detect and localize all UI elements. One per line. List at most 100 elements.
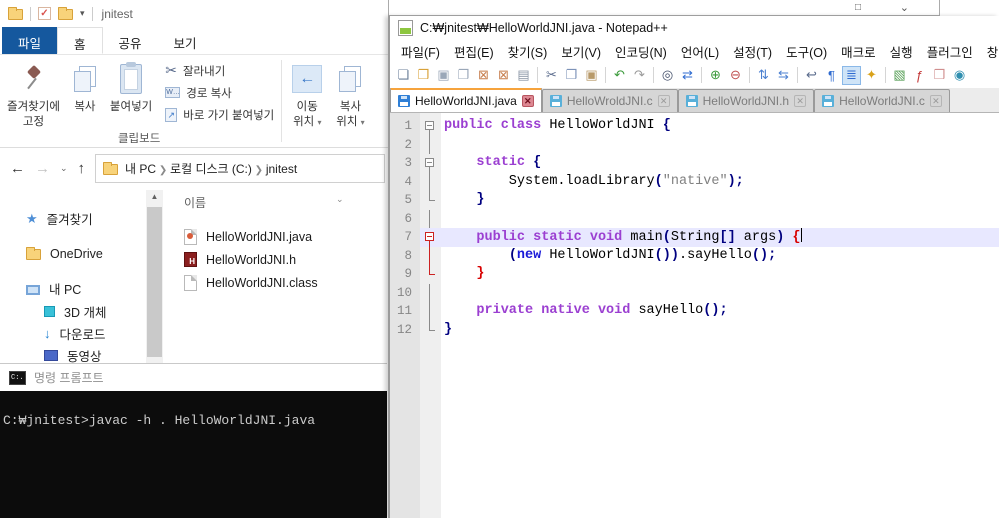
save-icon[interactable]: ▣ [434, 66, 453, 85]
fold-marker-cell[interactable] [420, 283, 441, 302]
sidebar-item-다운로드[interactable]: ↓ 다운로드 [0, 323, 146, 344]
fold-marker-cell[interactable] [420, 320, 441, 340]
menu-보기(V)[interactable]: 보기(V) [554, 40, 608, 62]
menu-설정(T)[interactable]: 설정(T) [726, 40, 779, 62]
fold-marker-cell[interactable] [420, 117, 441, 136]
fold-marker-cell[interactable] [420, 302, 441, 321]
sidebar-item-OneDrive[interactable]: OneDrive [0, 243, 146, 264]
code-editor[interactable]: 1 public class HelloWorldJNI {2 3 static {… [390, 113, 999, 518]
close-icon[interactable]: ⊠ [474, 66, 493, 85]
fold-marker-cell[interactable] [420, 135, 441, 154]
copy-icon[interactable]: ❐ [562, 66, 581, 85]
close-tab-icon[interactable]: ✕ [929, 95, 942, 107]
menu-플러그인[interactable]: 플러그인 [920, 40, 980, 62]
explorer-tab-3[interactable]: 보기 [158, 27, 213, 54]
fold-collapse-icon[interactable] [425, 121, 434, 130]
find-icon[interactable]: ◎ [658, 66, 677, 85]
address-bar[interactable]: 내 PC ❯ 로컬 디스크 (C:) ❯ jnitest [95, 153, 385, 183]
breadcrumb-item[interactable]: 로컬 디스크 (C:) [170, 162, 252, 176]
pin-to-quick-access-button[interactable]: 즐겨찾기에 고정 [0, 55, 67, 130]
document-tab-HelloWorldJNI.h[interactable]: HelloWorldJNI.h ✕ [677, 89, 815, 112]
fold-marker-cell[interactable] [420, 172, 441, 191]
qat-dropdown-icon[interactable]: ▾ [80, 8, 85, 19]
sync-scroll-h-icon[interactable]: ⇆ [774, 66, 793, 85]
show-all-chars-icon[interactable]: ¶ [822, 66, 841, 85]
file-row[interactable]: HelloWorldJNI.class [170, 271, 389, 294]
console-output[interactable]: C:₩jnitest>javac -h . HelloWorldJNI.java [0, 391, 387, 518]
menu-파일(F)[interactable]: 파일(F) [394, 40, 447, 62]
file-row[interactable]: HelloWorldJNI.h [170, 248, 389, 271]
close-tab-icon[interactable]: ✕ [657, 95, 670, 107]
close-all-icon[interactable]: ⊠ [494, 66, 513, 85]
up-icon[interactable]: ↑ [78, 160, 86, 177]
checkmark-icon[interactable]: ✓ [38, 7, 51, 20]
zoom-in-icon[interactable]: ⊕ [706, 66, 725, 85]
folder-icon[interactable] [58, 7, 73, 20]
cut-icon[interactable]: ✂ [542, 66, 561, 85]
scroll-up-icon[interactable]: ▲ [146, 190, 163, 204]
explorer-tab-1[interactable]: 홈 [57, 27, 103, 54]
copy-path-button[interactable]: W… 경로 복사 [165, 84, 274, 101]
fold-marker-cell[interactable] [420, 191, 441, 210]
chevron-down-icon[interactable]: ⌄ [900, 1, 909, 14]
monitor-icon[interactable]: ◉ [950, 66, 969, 85]
open-icon[interactable]: ❒ [414, 66, 433, 85]
sidebar-item-3D 개체[interactable]: 3D 개체 [0, 301, 146, 322]
filter-chevron-icon[interactable]: ⌄ [336, 194, 344, 205]
menu-창 관리[interactable]: 창 관리 [980, 40, 999, 62]
move-to-button[interactable]: ← 이동 위치 ▾ [285, 55, 329, 147]
fold-marker-cell[interactable] [420, 265, 441, 284]
document-tab-HelloWroldJNI.c[interactable]: HelloWroldJNI.c ✕ [541, 89, 678, 112]
print-icon[interactable]: ▤ [514, 66, 533, 85]
menu-인코딩(N)[interactable]: 인코딩(N) [608, 40, 674, 62]
sidebar-scrollbar[interactable]: ▲ [146, 190, 163, 363]
breadcrumb-item[interactable]: 내 PC [125, 162, 156, 176]
sync-scroll-v-icon[interactable]: ⇅ [754, 66, 773, 85]
word-wrap-icon[interactable]: ↩ [802, 66, 821, 85]
zoom-out-icon[interactable]: ⊖ [726, 66, 745, 85]
maximize-icon[interactable]: □ [855, 2, 861, 13]
fold-marker-cell[interactable] [420, 246, 441, 265]
history-chevron-icon[interactable]: ⌄ [60, 163, 68, 174]
close-tab-icon[interactable]: ✕ [794, 95, 807, 107]
folder-workspace-icon[interactable]: ❒ [930, 66, 949, 85]
replace-icon[interactable]: ⇄ [678, 66, 697, 85]
explorer-tab-2[interactable]: 공유 [103, 27, 158, 54]
menu-언어(L)[interactable]: 언어(L) [674, 40, 726, 62]
doc-map-icon[interactable]: ▧ [890, 66, 909, 85]
npp-title-bar[interactable]: C:₩jnitest₩HelloWorldJNI.java - Notepad+… [390, 16, 999, 40]
sidebar-item-내 PC[interactable]: 내 PC [0, 278, 146, 299]
fold-marker-cell[interactable] [420, 154, 441, 173]
close-tab-icon[interactable]: ✕ [521, 95, 534, 107]
column-header-name[interactable]: 이름 ⌄ [170, 190, 389, 225]
paste-shortcut-button[interactable]: ↗ 바로 가기 붙여넣기 [165, 106, 274, 123]
indent-guide-icon[interactable]: ≣ [842, 65, 861, 85]
function-hint-icon[interactable]: ✦ [862, 66, 881, 85]
forward-icon[interactable]: → [35, 160, 50, 177]
fold-marker-cell[interactable] [420, 228, 441, 247]
menu-찾기(S)[interactable]: 찾기(S) [501, 40, 555, 62]
new-file-icon[interactable]: ❏ [394, 66, 413, 85]
fold-marker-cell[interactable] [420, 209, 441, 228]
undo-icon[interactable]: ↶ [610, 66, 629, 85]
menu-매크로[interactable]: 매크로 [834, 40, 883, 62]
back-icon[interactable]: ← [10, 160, 25, 177]
paste-icon[interactable]: ▣ [582, 66, 601, 85]
file-row[interactable]: HelloWorldJNI.java [170, 225, 389, 248]
function-list-icon[interactable]: ƒ [910, 66, 929, 85]
fold-collapse-icon[interactable] [425, 158, 434, 167]
fold-collapse-icon[interactable] [425, 232, 434, 241]
scrollbar-thumb[interactable] [147, 207, 162, 357]
cmd-title-bar[interactable]: 명령 프롬프트 [0, 364, 387, 391]
menu-편집(E)[interactable]: 편집(E) [447, 40, 501, 62]
save-all-icon[interactable]: ❐ [454, 66, 473, 85]
sidebar-item-즐겨찾기[interactable]: ★ 즐겨찾기 [0, 208, 146, 229]
document-tab-HelloWorldJNI.java[interactable]: HelloWorldJNI.java ✕ [390, 88, 542, 112]
copy-to-button[interactable]: 복사 위치 ▾ [329, 55, 371, 147]
document-tab-HelloWorldJNI.c[interactable]: HelloWorldJNI.c ✕ [814, 89, 950, 112]
copy-button[interactable]: 복사 [67, 55, 103, 130]
breadcrumb-item[interactable]: jnitest [266, 162, 297, 176]
menu-실행[interactable]: 실행 [883, 40, 920, 62]
cut-button[interactable]: ✂ 잘라내기 [165, 62, 274, 79]
paste-button[interactable]: 붙여넣기 [103, 55, 159, 130]
